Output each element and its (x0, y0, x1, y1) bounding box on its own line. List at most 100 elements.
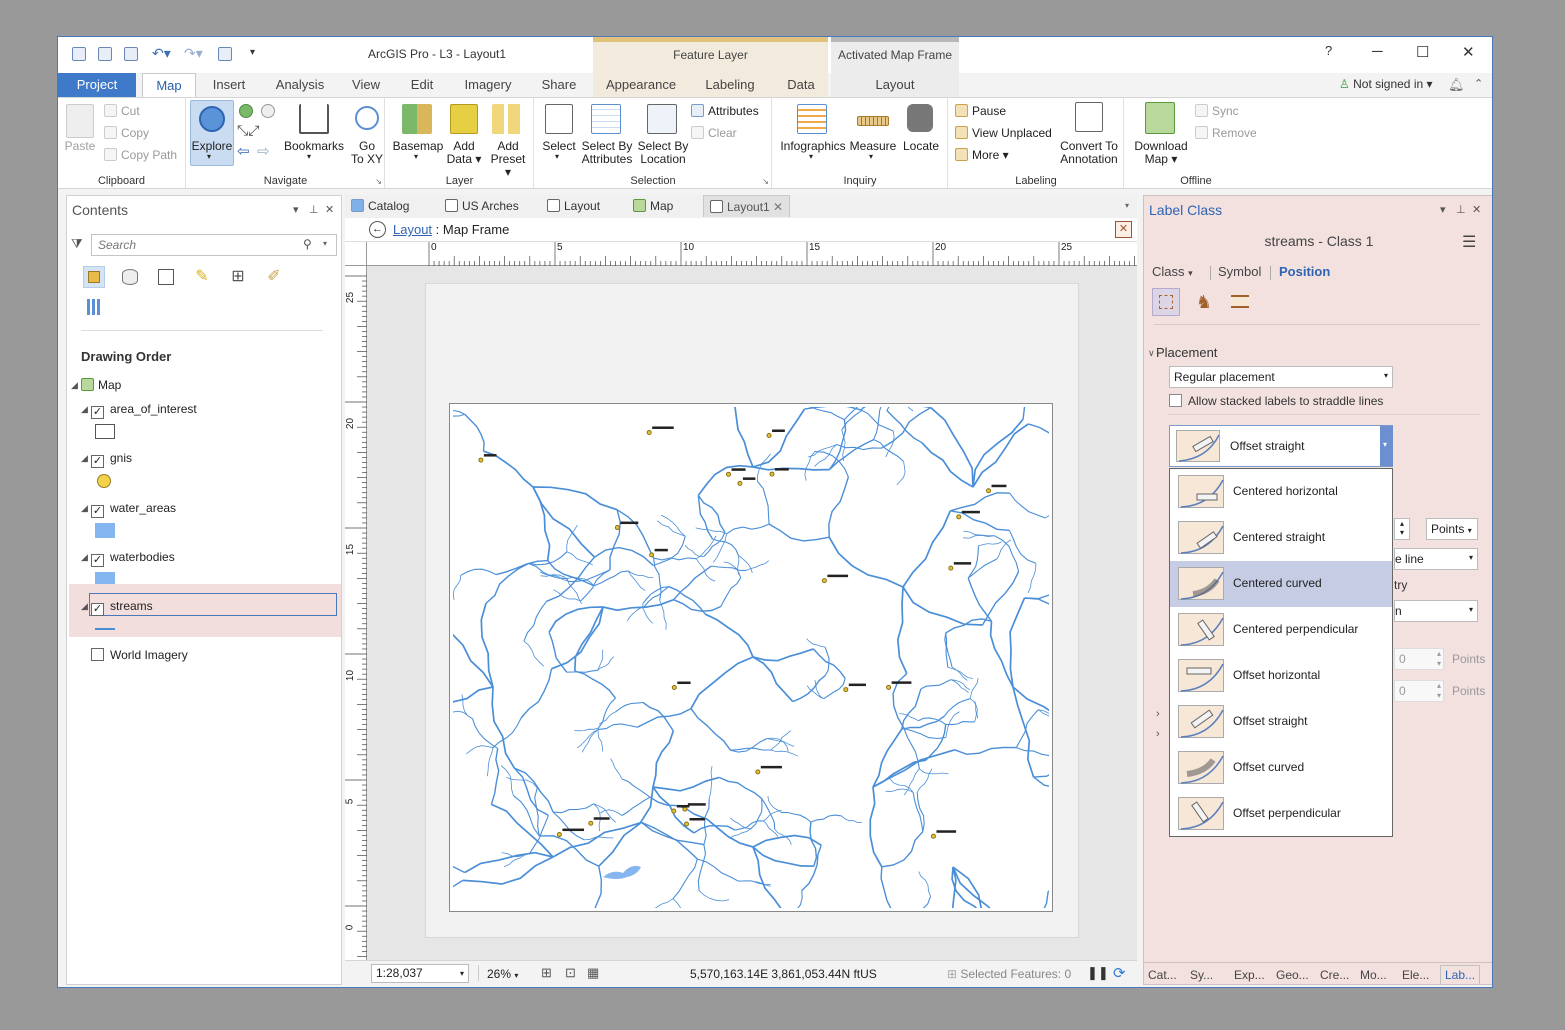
option-offset-curved[interactable]: Offset curved (1170, 745, 1392, 791)
doc-tabs-overflow-icon[interactable]: ▾ (1125, 201, 1129, 210)
option-centered-horizontal[interactable]: Centered horizontal (1170, 469, 1392, 515)
attributes-button[interactable]: Attributes (691, 104, 759, 118)
activated-map-frame[interactable] (449, 403, 1053, 912)
allow-stacked-checkbox[interactable]: Allow stacked labels to straddle lines (1169, 394, 1383, 408)
next-extent-icon[interactable]: ⇨ (257, 142, 270, 160)
offset-units-select[interactable]: Points ▾ (1426, 518, 1478, 540)
option-offset-perpendicular[interactable]: Offset perpendicular (1170, 791, 1392, 837)
breadcrumb-layout-link[interactable]: Layout (393, 222, 432, 237)
download-map-button[interactable]: Download Map ▾ (1129, 140, 1193, 166)
doc-tab-layout1[interactable]: Layout1 ✕ (703, 195, 791, 217)
measure-dropdown-icon[interactable]: ▾ (869, 152, 873, 161)
offset-spinner[interactable]: ▴ ▾ (1394, 518, 1410, 540)
tab-symbol[interactable]: Symbol (1218, 264, 1261, 279)
remove-button[interactable]: Remove (1195, 126, 1257, 140)
doc-tab-map[interactable]: Map (633, 195, 673, 217)
close-button[interactable]: ✕ (1462, 43, 1475, 61)
placement-type-select[interactable]: Regular placement ▾ (1169, 366, 1393, 388)
pane-close-icon[interactable]: ✕ (325, 203, 334, 216)
pane-options-icon[interactable]: ▾ (293, 203, 299, 216)
layer-world-imagery[interactable]: World Imagery (91, 648, 188, 662)
tab-data[interactable]: Data (780, 73, 822, 97)
copy-button[interactable]: Copy (104, 126, 149, 140)
convert-to-annotation-button[interactable]: Convert To Annotation (1057, 140, 1121, 166)
paste-button[interactable]: Paste (62, 140, 98, 153)
contents-search-input[interactable]: Search (91, 234, 337, 256)
fitting-strategy-icon[interactable] (1226, 288, 1254, 316)
doc-tab-layout[interactable]: Layout (547, 195, 600, 217)
bookmarks-dropdown-icon[interactable]: ▾ (307, 152, 311, 161)
goto-xy-button[interactable]: Go To XY (347, 140, 387, 166)
expand-section-icon-1[interactable]: › (1156, 708, 1160, 720)
label-pane-close-icon[interactable]: ✕ (1472, 203, 1481, 216)
placement-icon[interactable] (1152, 288, 1180, 316)
layer-water-areas[interactable]: ✓ water_areas (91, 501, 176, 518)
gnis-expand-icon[interactable]: ◢ (81, 453, 88, 464)
list-by-selection-icon[interactable] (155, 266, 177, 288)
share-icon[interactable] (218, 47, 232, 61)
tab-position[interactable]: Position (1279, 264, 1330, 279)
area-of-interest-expand-icon[interactable]: ◢ (81, 404, 88, 415)
allow-stacked-box[interactable] (1169, 394, 1182, 407)
list-by-charts-icon[interactable] (83, 296, 105, 318)
list-by-labeling-icon[interactable]: ✐ (263, 266, 285, 288)
copy-path-button[interactable]: Copy Path (104, 148, 177, 162)
tab-insert[interactable]: Insert (206, 73, 252, 97)
bottom-tab-catalog[interactable]: Cat... (1148, 968, 1177, 982)
tab-project[interactable]: Project (58, 73, 136, 97)
label-pane-options-icon[interactable]: ▾ (1440, 203, 1446, 216)
selection-launcher-icon[interactable]: ↘ (762, 177, 769, 186)
streams-expand-icon[interactable]: ◢ (81, 601, 88, 612)
basemap-dropdown-icon[interactable]: ▾ (414, 152, 418, 161)
select-by-location-button[interactable]: Select By Location (635, 140, 691, 166)
stream-network-map[interactable] (453, 407, 1049, 908)
water-areas-expand-icon[interactable]: ◢ (81, 503, 88, 514)
tab-map[interactable]: Map (142, 73, 196, 98)
navigate-launcher-icon[interactable]: ↘ (375, 177, 382, 186)
zoom-to-selected-icon[interactable]: ⊡ (565, 965, 576, 981)
area-of-interest-symbol[interactable] (95, 424, 115, 439)
undo-icon[interactable]: ↶▾ (152, 45, 171, 62)
search-options-icon[interactable]: ▾ (323, 239, 327, 248)
streams-checkbox[interactable]: ✓ (91, 603, 104, 616)
line-orientation-select[interactable]: e line ▾ (1394, 548, 1478, 570)
customize-toolbar-icon[interactable]: ▾ (250, 47, 255, 58)
tab-edit[interactable]: Edit (406, 73, 438, 97)
cut-button[interactable]: Cut (104, 104, 140, 118)
add-preset-button[interactable]: Add Preset ▾ (486, 140, 530, 179)
tab-class[interactable]: Class ▾ (1152, 264, 1193, 279)
filter-icon[interactable]: ⧩ (71, 236, 83, 252)
infographics-dropdown-icon[interactable]: ▾ (809, 152, 813, 161)
notification-bell-icon[interactable]: 🔔︎ (1448, 77, 1465, 93)
tab-share[interactable]: Share (538, 73, 580, 97)
waterbodies-expand-icon[interactable]: ◢ (81, 552, 88, 563)
bottom-tab-label-class[interactable]: Lab... (1440, 965, 1481, 984)
fixed-zoom-icon[interactable] (261, 104, 275, 118)
placement-collapse-icon[interactable]: ∨ (1148, 348, 1155, 359)
layer-gnis[interactable]: ✓ gnis (91, 451, 132, 468)
tab-view[interactable]: View (348, 73, 384, 97)
list-by-editing-icon[interactable]: ✎ (191, 266, 213, 288)
spacing-input-2[interactable]: 0 ▴ ▾ (1394, 680, 1444, 702)
locate-button[interactable]: Locate (899, 140, 943, 153)
zoom-to-page-icon[interactable]: ⊞ (541, 965, 552, 981)
new-project-icon[interactable] (72, 47, 86, 61)
layer-waterbodies[interactable]: ✓ waterbodies (91, 550, 175, 567)
option-centered-perpendicular[interactable]: Centered perpendicular (1170, 607, 1392, 653)
collapse-ribbon-icon[interactable]: ⌃ (1474, 77, 1483, 90)
user-status[interactable]: ♙ Not signed in ▾ (1339, 77, 1433, 91)
tab-imagery[interactable]: Imagery (460, 73, 516, 97)
clear-selection-button[interactable]: Clear (691, 126, 737, 140)
bottom-tab-export[interactable]: Exp... (1234, 968, 1265, 982)
world-imagery-checkbox[interactable] (91, 648, 104, 661)
bottom-tab-element[interactable]: Ele... (1402, 968, 1429, 982)
map-expand-icon[interactable]: ◢ (71, 380, 78, 391)
refresh-icon[interactable]: ⟳ (1113, 964, 1126, 982)
label-pane-pin-icon[interactable]: ⊥ (1456, 203, 1466, 216)
bottom-tab-create[interactable]: Cre... (1320, 968, 1349, 982)
selected-features-count[interactable]: ⊞ Selected Features: 0 (947, 967, 1071, 981)
position-style-select[interactable]: Offset straight ▾ (1169, 425, 1393, 467)
grid-icon[interactable]: ▦ (587, 965, 599, 981)
zoom-dropdown[interactable]: 26% ▾ (487, 967, 518, 981)
hamburger-menu-icon[interactable]: ☰ (1462, 232, 1476, 252)
